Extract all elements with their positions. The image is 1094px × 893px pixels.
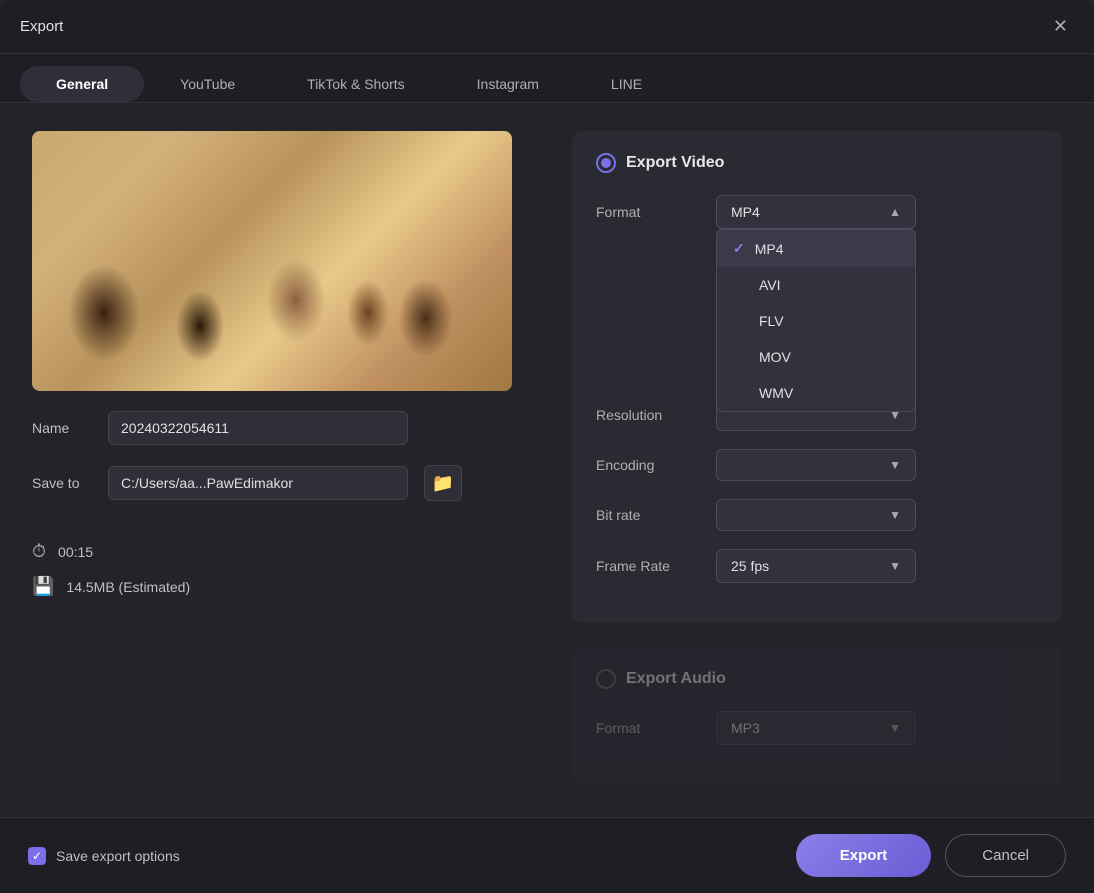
format-option-wmv-label: WMV [759, 385, 793, 401]
format-option-avi-label: AVI [759, 277, 781, 293]
format-dropdown: ✓ MP4 AVI FLV [716, 229, 916, 412]
left-panel: Name Save to 📁 ⏱ 00:15 💾 14.5MB (Estimat… [32, 131, 532, 789]
frame-rate-value: 25 fps [731, 558, 769, 574]
bit-rate-label: Bit rate [596, 507, 716, 523]
clock-icon: ⏱ [32, 541, 46, 562]
format-select[interactable]: MP4 ▲ [716, 195, 916, 229]
export-video-title: Export Video [626, 154, 724, 172]
tab-tiktok[interactable]: TikTok & Shorts [271, 66, 441, 102]
encoding-row: Encoding ▼ [596, 449, 1038, 481]
name-input[interactable] [108, 411, 408, 445]
bit-rate-row: Bit rate ▼ [596, 499, 1038, 531]
size-row: 💾 14.5MB (Estimated) [32, 576, 532, 597]
size-text: 14.5MB (Estimated) [66, 579, 190, 595]
audio-format-value: MP3 [731, 720, 760, 736]
duration-row: ⏱ 00:15 [32, 541, 532, 562]
chevron-up-icon: ▲ [889, 205, 901, 219]
export-audio-header: Export Audio [596, 669, 1038, 689]
format-option-mov[interactable]: MOV [717, 339, 915, 375]
name-row: Name [32, 411, 532, 445]
title-bar: Export ✕ [0, 0, 1094, 54]
export-button[interactable]: Export [796, 834, 932, 877]
format-value: MP4 [731, 204, 760, 220]
storage-icon: 💾 [32, 576, 54, 597]
format-row: Format MP4 ▲ ✓ MP4 [596, 195, 1038, 229]
save-to-input[interactable] [108, 466, 408, 500]
bit-rate-select[interactable]: ▼ [716, 499, 916, 531]
format-option-wmv[interactable]: WMV [717, 375, 915, 411]
tab-youtube[interactable]: YouTube [144, 66, 271, 102]
video-thumbnail [32, 131, 512, 391]
audio-format-select[interactable]: MP3 ▼ [716, 711, 916, 745]
export-audio-title: Export Audio [626, 670, 726, 688]
format-option-mp4-label: MP4 [755, 241, 784, 257]
check-icon: ✓ [733, 240, 745, 257]
bottom-actions: Export Cancel [796, 834, 1066, 877]
export-audio-section: Export Audio Format MP3 ▼ [572, 647, 1062, 785]
format-option-flv-label: FLV [759, 313, 784, 329]
tab-general[interactable]: General [20, 66, 144, 102]
bottom-bar: ✓ Save export options Export Cancel [0, 817, 1094, 893]
name-label: Name [32, 420, 92, 436]
format-option-mp4[interactable]: ✓ MP4 [717, 230, 915, 267]
export-video-radio[interactable] [596, 153, 616, 173]
content-area: Name Save to 📁 ⏱ 00:15 💾 14.5MB (Estimat… [0, 103, 1094, 817]
save-to-row: Save to 📁 [32, 465, 532, 501]
frame-rate-label: Frame Rate [596, 558, 716, 574]
close-button[interactable]: ✕ [1047, 14, 1074, 39]
export-video-section: Export Video Format MP4 ▲ ✓ [572, 131, 1062, 623]
audio-format-chevron-icon: ▼ [889, 721, 901, 735]
format-option-flv[interactable]: FLV [717, 303, 915, 339]
info-section: ⏱ 00:15 💾 14.5MB (Estimated) [32, 541, 532, 597]
resolution-label: Resolution [596, 407, 716, 423]
folder-icon: 📁 [432, 473, 454, 494]
format-option-avi[interactable]: AVI [717, 267, 915, 303]
save-options-checkbox[interactable]: ✓ [28, 847, 46, 865]
video-preview [32, 131, 512, 391]
format-option-mov-label: MOV [759, 349, 791, 365]
audio-format-label: Format [596, 720, 716, 736]
format-label: Format [596, 204, 716, 220]
frame-rate-row: Frame Rate 25 fps ▼ [596, 549, 1038, 583]
dialog-title: Export [20, 18, 63, 35]
tab-instagram[interactable]: Instagram [441, 66, 575, 102]
folder-button[interactable]: 📁 [424, 465, 462, 501]
audio-format-row: Format MP3 ▼ [596, 711, 1038, 745]
save-to-label: Save to [32, 475, 92, 491]
export-audio-radio[interactable] [596, 669, 616, 689]
right-panel: Export Video Format MP4 ▲ ✓ [572, 131, 1062, 789]
save-options-row: ✓ Save export options [28, 847, 180, 865]
encoding-label: Encoding [596, 457, 716, 473]
bit-rate-chevron-icon: ▼ [889, 508, 901, 522]
export-video-header: Export Video [596, 153, 1038, 173]
format-field-wrap: MP4 ▲ ✓ MP4 AVI [716, 195, 916, 229]
save-options-label: Save export options [56, 848, 180, 864]
frame-rate-select[interactable]: 25 fps ▼ [716, 549, 916, 583]
cancel-button[interactable]: Cancel [945, 834, 1066, 877]
frame-rate-chevron-icon: ▼ [889, 559, 901, 573]
tab-line[interactable]: LINE [575, 66, 678, 102]
encoding-select[interactable]: ▼ [716, 449, 916, 481]
export-dialog: Export ✕ General YouTube TikTok & Shorts… [0, 0, 1094, 893]
duration-text: 00:15 [58, 544, 93, 560]
tabs-bar: General YouTube TikTok & Shorts Instagra… [0, 54, 1094, 103]
encoding-chevron-icon: ▼ [889, 458, 901, 472]
